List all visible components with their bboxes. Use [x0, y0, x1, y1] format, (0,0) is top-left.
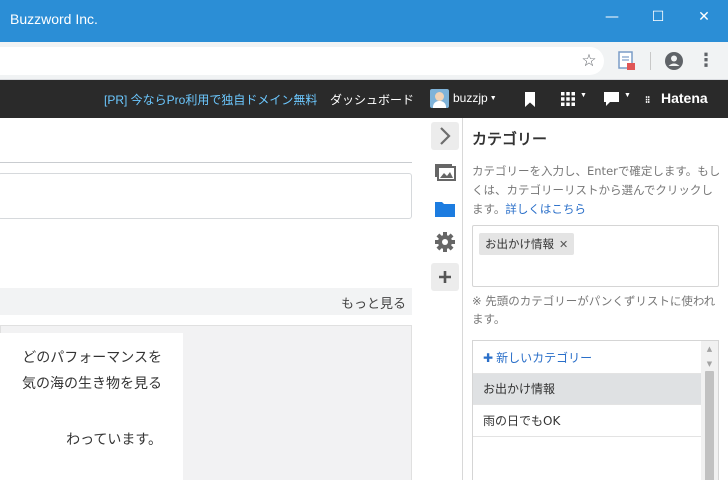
pro-promo-link[interactable]: [PR] 今ならPro利用で独自ドメイン無料 — [104, 91, 317, 108]
list-item[interactable]: お出かけ情報 — [473, 374, 702, 405]
avatar[interactable] — [430, 89, 449, 108]
new-category-button[interactable]: ✚ 新しいカテゴリー — [473, 343, 702, 374]
maximize-button[interactable]: ☐ — [643, 6, 673, 28]
panel-description: カテゴリーを入力し、Enterで確定します。もしくは、カテゴリーリストから選んで… — [472, 162, 722, 219]
notification-icon[interactable] — [604, 92, 619, 106]
toolbar-separator — [650, 52, 651, 70]
sidebar-rail — [428, 118, 463, 480]
preview-text: どのパフォーマンスを 気の海の生き物を見る わっています。 — [0, 333, 183, 480]
bookmark-icon[interactable] — [524, 92, 536, 107]
gear-icon[interactable] — [431, 228, 459, 256]
extension-icon[interactable] — [617, 50, 637, 72]
star-icon[interactable]: ☆ — [578, 47, 600, 75]
image-icon[interactable] — [431, 158, 459, 186]
close-button[interactable]: ✕ — [689, 6, 719, 28]
window-title: Buzzword Inc. — [10, 11, 98, 27]
folder-icon[interactable] — [431, 195, 459, 223]
chevron-right-icon — [440, 127, 451, 145]
scroll-down-icon[interactable]: ▼ — [701, 357, 718, 371]
hatena-mark-icon: ⁝⁝ — [645, 95, 650, 106]
plus-icon: ✚ — [483, 351, 494, 365]
username-label: buzzjp — [453, 91, 488, 105]
editor-area: もっと見る どのパフォーマンスを 気の海の生き物を見る わっています。 — [0, 118, 428, 480]
title-divider — [0, 162, 412, 163]
hatena-logo[interactable]: ⁝⁝ Hatena — [645, 90, 708, 106]
caret-down-icon: ▼ — [580, 92, 587, 99]
collapse-panel-button[interactable] — [431, 122, 459, 150]
preview-line: 気の海の生き物を見る — [22, 376, 162, 392]
remove-tag-icon[interactable]: ✕ — [559, 238, 568, 251]
category-panel: カテゴリー カテゴリーを入力し、Enterで確定します。もしくは、カテゴリーリス… — [464, 118, 728, 480]
more-link[interactable]: もっと見る — [341, 293, 406, 312]
tag-label: お出かけ情報 — [485, 237, 554, 251]
preview-panel: どのパフォーマンスを 気の海の生き物を見る わっています。 — [0, 325, 412, 480]
scrollbar[interactable]: ▲ ▼ — [701, 341, 718, 480]
kebab-menu-icon[interactable]: ⋮ — [697, 50, 715, 72]
list-item[interactable]: 雨の日でもOK — [473, 406, 702, 437]
panel-title: カテゴリー — [472, 130, 548, 148]
preview-line: わっています。 — [66, 432, 162, 448]
window-titlebar: Buzzword Inc. — ☐ ✕ — [0, 0, 728, 42]
category-tag: お出かけ情報 ✕ — [479, 233, 575, 255]
new-category-label: 新しいカテゴリー — [496, 351, 593, 365]
user-menu[interactable]: buzzjp ▼ — [453, 91, 497, 105]
plus-icon[interactable] — [431, 263, 459, 291]
apps-grid-icon[interactable] — [561, 92, 575, 106]
more-bar: もっと見る — [0, 288, 412, 315]
profile-icon[interactable] — [663, 50, 685, 72]
minimize-button[interactable]: — — [597, 6, 627, 28]
browser-toolbar: ☆ ⋮ — [0, 42, 728, 80]
editor-input[interactable] — [0, 173, 412, 219]
details-link[interactable]: 詳しくはこちら — [505, 202, 586, 216]
scroll-up-icon[interactable]: ▲ — [701, 342, 718, 356]
hatena-globalbar: [PR] 今ならPro利用で独自ドメイン無料 ダッシュボード buzzjp ▼ ▼… — [0, 80, 728, 118]
category-input[interactable]: お出かけ情報 ✕ — [472, 225, 719, 287]
panel-note: ※ 先頭のカテゴリーがパンくずリストに使われます。 — [472, 294, 716, 326]
address-bar[interactable]: ☆ — [0, 47, 604, 75]
category-list: ✚ 新しいカテゴリー お出かけ情報 雨の日でもOK ▲ ▼ — [472, 340, 719, 480]
caret-down-icon: ▼ — [624, 92, 631, 99]
preview-line: どのパフォーマンスを — [22, 350, 162, 366]
scroll-thumb[interactable] — [705, 371, 714, 480]
dashboard-link[interactable]: ダッシュボード — [330, 91, 414, 108]
hatena-logo-text: Hatena — [661, 90, 708, 106]
caret-down-icon: ▼ — [489, 95, 497, 102]
